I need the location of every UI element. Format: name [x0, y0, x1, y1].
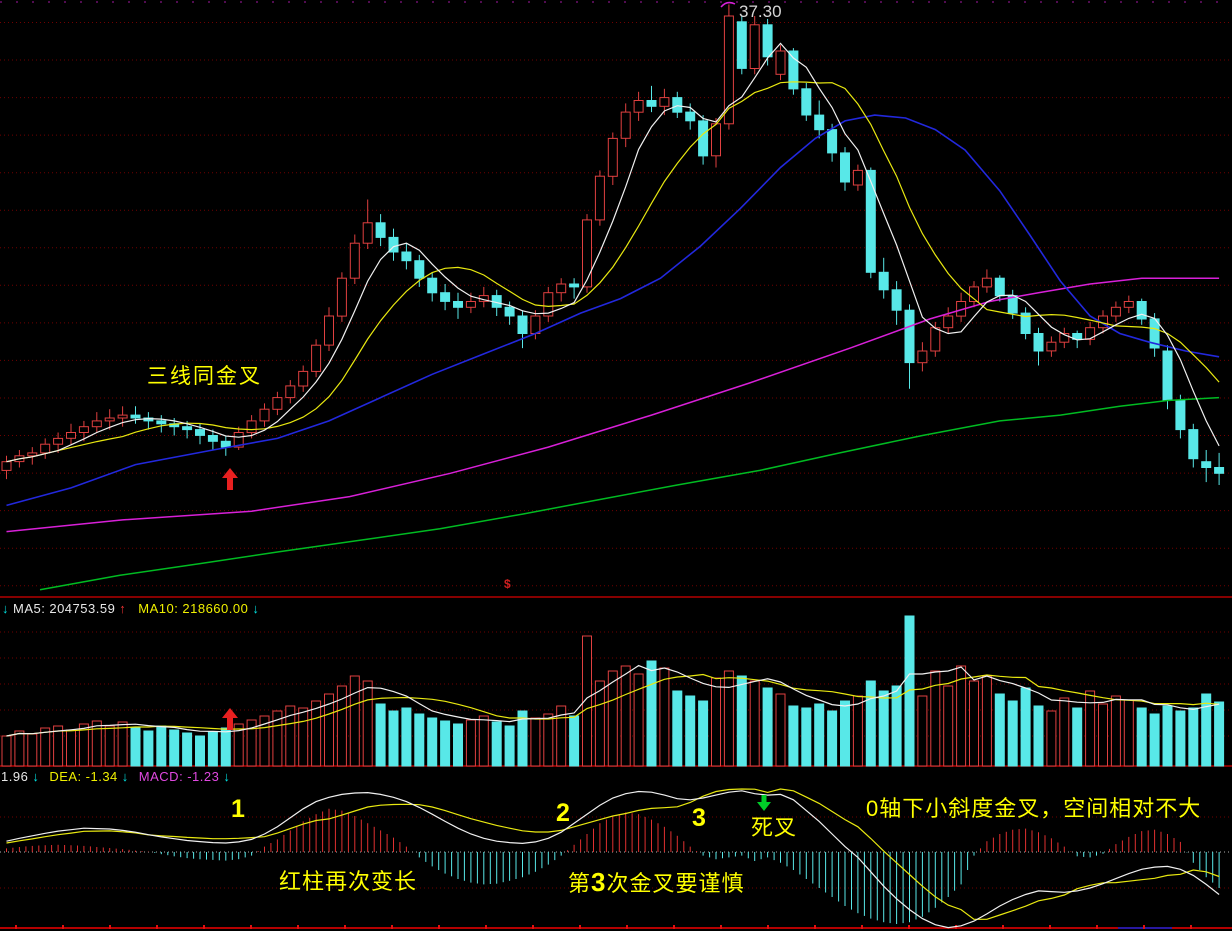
volume-ma10-down-arrow-icon: ↓ [252, 601, 259, 616]
stock-chart-window: 37.30 三线同金叉 $ ↓ MA5: 204753.59 ↑ MA10: 2… [0, 0, 1232, 931]
split-marker: $ [504, 578, 511, 590]
macd-macd-value: -1.23 [187, 769, 219, 784]
macd-dif-down-arrow-icon: ↓ [32, 769, 39, 784]
volume-ma5-label: MA5: [13, 601, 45, 616]
volume-ma10-value: 218660.00 [182, 601, 248, 616]
macd-dif-value: 1.96 [1, 769, 28, 784]
volume-indicator-header: ↓ MA5: 204753.59 ↑ MA10: 218660.00 ↓ [2, 601, 263, 616]
volume-ma5-up-arrow-icon: ↑ [119, 601, 126, 616]
volume-ma5-value: 204753.59 [49, 601, 115, 616]
zero-axis-annotation: 0轴下小斜度金叉，空间相对不大 [866, 798, 1201, 820]
golden-cross-3-number: 3 [692, 806, 706, 831]
third-cross-text-num: 3 [591, 867, 606, 897]
third-cross-text-post: 次金叉要谨慎 [606, 871, 744, 896]
third-cross-annotation: 第3次金叉要谨慎 [568, 869, 745, 895]
macd-down-arrow-icon: ↓ [223, 769, 230, 784]
golden-cross-1-number: 1 [231, 797, 245, 822]
third-cross-text-pre: 第 [568, 871, 591, 896]
macd-macd-label: MACD: [139, 769, 183, 784]
macd-dea-value: -1.34 [86, 769, 118, 784]
red-columns-annotation: 红柱再次变长 [279, 871, 417, 893]
macd-dea-label: DEA: [49, 769, 81, 784]
golden-cross-annotation: 三线同金叉 [147, 366, 262, 387]
volume-lead-down-arrow-icon: ↓ [2, 601, 9, 616]
golden-cross-2-number: 2 [556, 801, 570, 826]
chart-canvas[interactable] [0, 0, 1232, 931]
peak-price-label: 37.30 [739, 3, 782, 20]
macd-dea-down-arrow-icon: ↓ [122, 769, 129, 784]
volume-ma10-label: MA10: [138, 601, 178, 616]
macd-indicator-header: 1.96 ↓ DEA: -1.34 ↓ MACD: -1.23 ↓ [1, 769, 234, 784]
death-cross-annotation: 死叉 [751, 817, 797, 839]
